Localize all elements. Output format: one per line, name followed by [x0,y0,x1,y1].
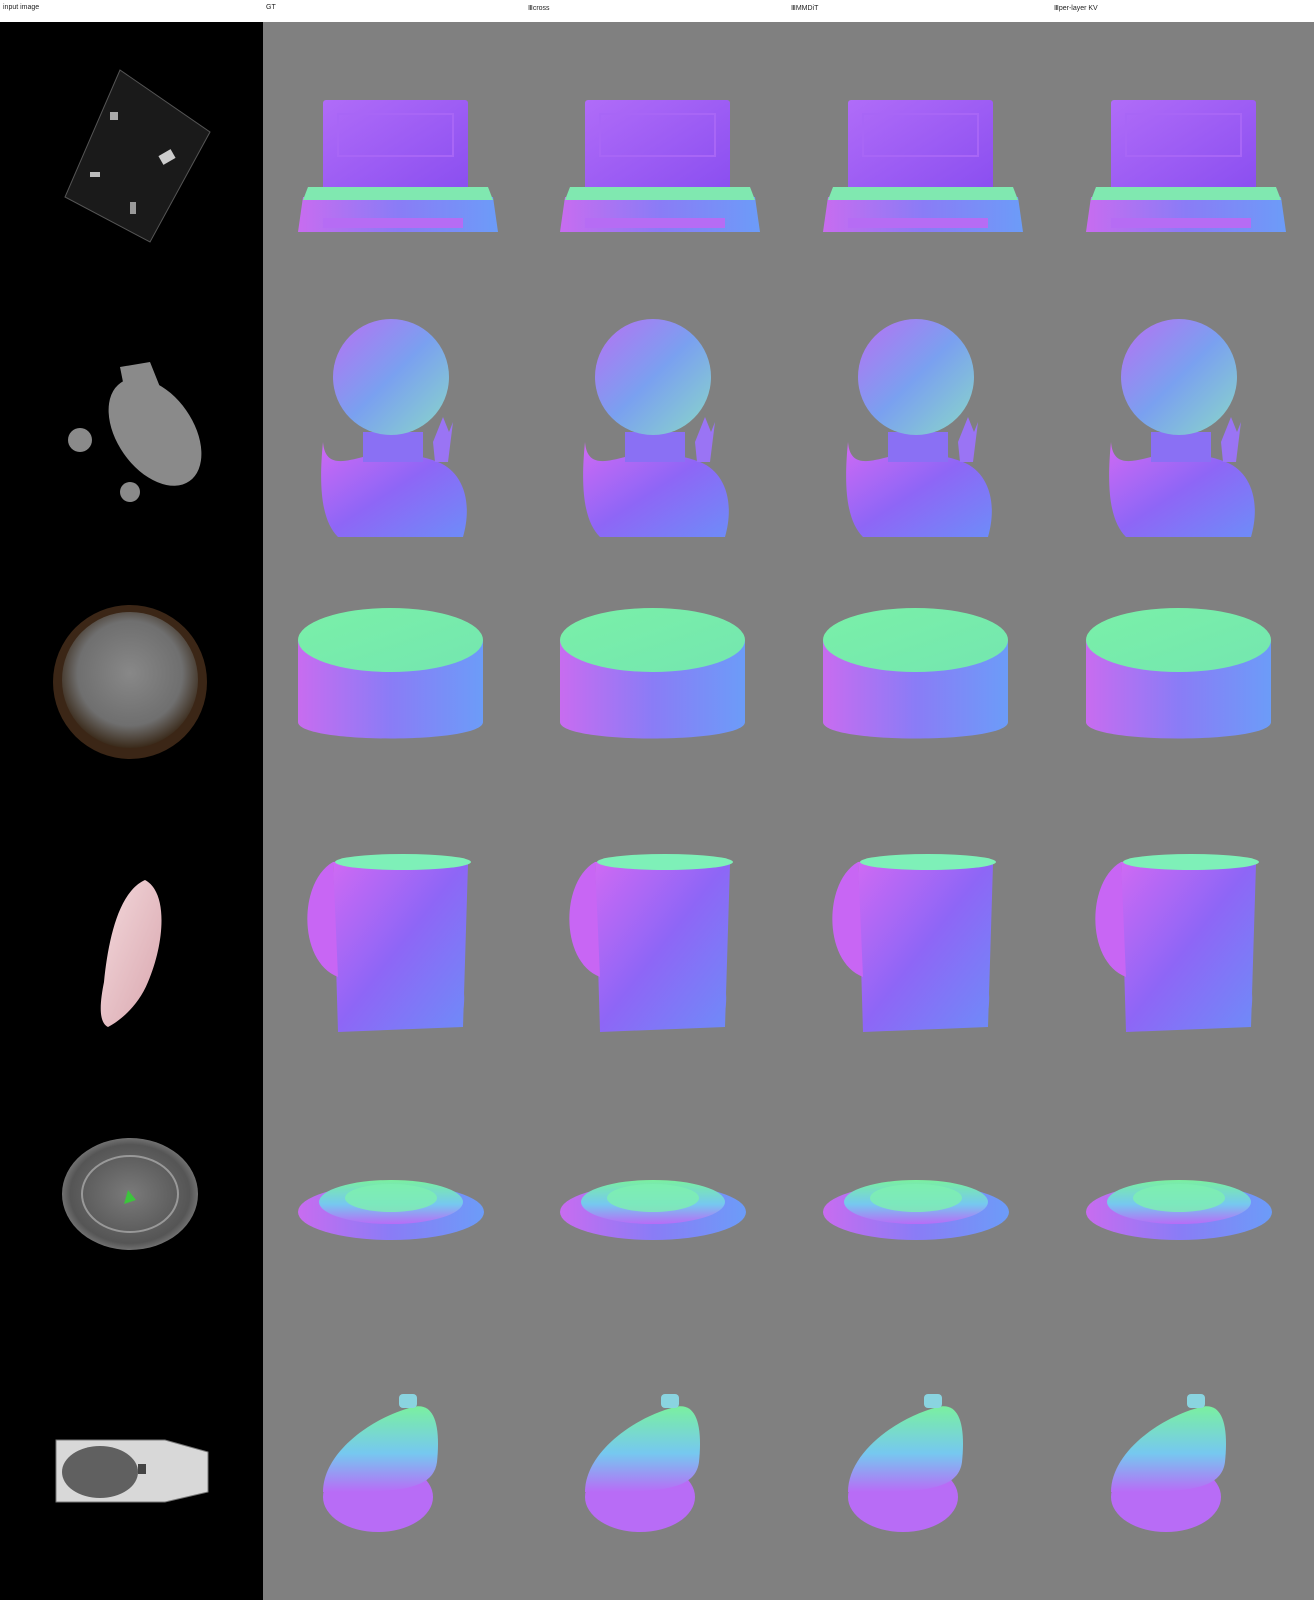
render-mug-per-layer-kv [1095,854,1259,1032]
render-column-cross [559,99,761,1532]
render-laptop-cross [559,99,761,233]
render-bust-mmdit [846,319,992,537]
input-thumbnails [53,69,211,1503]
render-bust-gt [321,319,467,537]
render-laptop-mmdit [822,99,1024,233]
input-thumb-lamp [55,1439,209,1503]
comparison-grid [0,22,1314,1600]
render-lamp-cross [585,1394,700,1532]
render-mug-mmdit [832,854,996,1032]
render-lid-gt [298,1180,484,1240]
input-thumb-laptop [64,69,211,243]
render-lid-mmdit [823,1180,1009,1240]
input-thumb-lid [62,1138,198,1250]
render-bust-cross [583,319,729,537]
column-header-bar: input image GT Ⅲcross ⅢMMDiT Ⅲper-layer … [0,0,1314,22]
render-laptop-gt [297,99,499,233]
column-header-per-layer-kv: Ⅲper-layer KV [1054,5,1098,12]
render-cylinder-cross [560,608,745,739]
render-lamp-gt [323,1394,438,1532]
column-header-mmdit: ⅢMMDiT [791,5,819,12]
render-mug-cross [569,854,733,1032]
render-area [263,22,1314,1600]
render-lamp-per-layer-kv [1111,1394,1226,1532]
render-cylinder-per-layer-kv [1086,608,1271,739]
normal-renders [297,99,1287,1532]
render-mug-gt [307,854,471,1032]
input-thumb-bowl [53,605,207,759]
render-column-per-layer-kv [1085,99,1287,1532]
render-column-gt [297,99,499,1532]
input-thumb-pink-object [100,880,162,1027]
render-lid-per-layer-kv [1086,1180,1272,1240]
render-bust-per-layer-kv [1109,319,1255,537]
render-lid-cross [560,1180,746,1240]
render-laptop-per-layer-kv [1085,99,1287,233]
column-header-input: input image [3,4,40,11]
column-header-cross: Ⅲcross [528,5,550,12]
column-header-gt: GT [266,4,276,11]
render-cylinder-mmdit [823,608,1008,739]
render-cylinder-gt [298,608,483,739]
input-image-column [0,22,263,1600]
render-column-mmdit [822,99,1024,1532]
render-lamp-mmdit [848,1394,963,1532]
input-thumb-bust [68,362,202,502]
